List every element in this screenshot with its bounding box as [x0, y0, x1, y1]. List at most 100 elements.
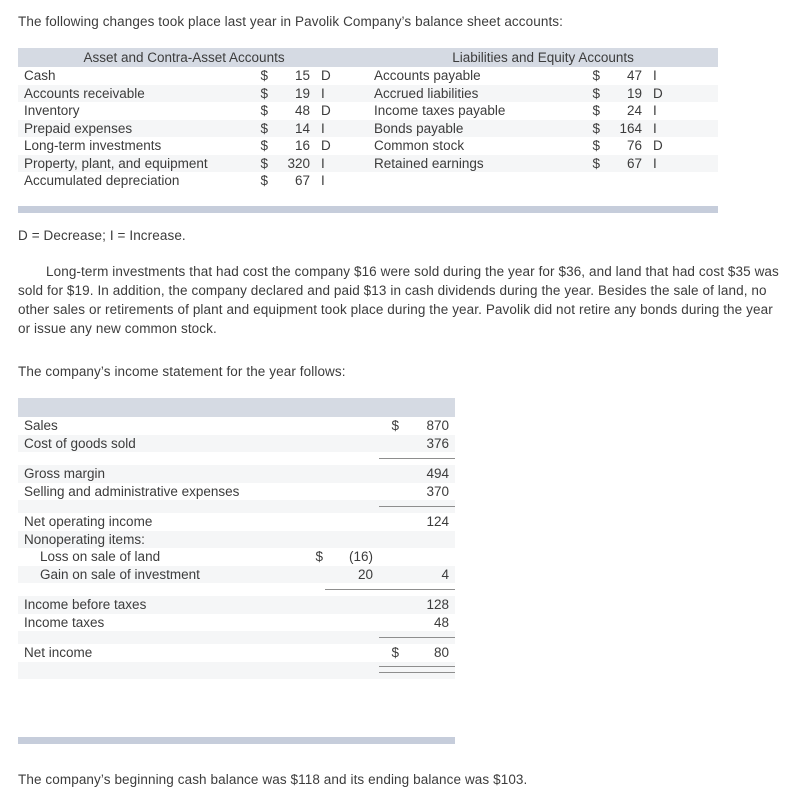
col2-currency	[379, 548, 401, 566]
liability-change: D	[648, 137, 719, 155]
income-table-header	[18, 398, 455, 417]
asset-change: I	[316, 119, 351, 137]
asset-amount: 320	[270, 154, 316, 172]
col2-amount	[401, 548, 455, 566]
line-item-label: Income taxes	[18, 613, 301, 631]
balance-table-footer-bar	[18, 206, 718, 213]
col2-amount: 48	[401, 613, 455, 631]
col2-amount: 376	[401, 434, 455, 452]
col1-amount	[325, 434, 379, 452]
col1-amount	[325, 417, 379, 435]
col1-currency	[301, 530, 325, 548]
income-statement-table: Sales $ 870 Cost of goods sold 376 Gross…	[18, 398, 455, 679]
row-gap	[350, 172, 369, 190]
liability-change: D	[648, 84, 719, 102]
col1-amount	[325, 513, 379, 531]
col1-currency	[301, 417, 325, 435]
liability-label: Income taxes payable	[368, 102, 569, 120]
col1-amount	[325, 465, 379, 483]
line-item-label: Income before taxes	[18, 596, 301, 614]
col1-currency	[301, 613, 325, 631]
asset-label: Long-term investments	[18, 137, 236, 155]
spacer-cell	[325, 452, 379, 465]
asset-currency: $	[236, 84, 270, 102]
balance-table-header-row: Asset and Contra-Asset Accounts Liabilit…	[18, 48, 719, 67]
col1-amount	[325, 530, 379, 548]
row-gap	[350, 102, 369, 120]
total-double-rule	[379, 661, 455, 679]
col2-currency	[379, 465, 401, 483]
line-item-label: Net income	[18, 644, 301, 662]
spacer-cell	[301, 631, 325, 644]
col2-amount: 370	[401, 482, 455, 500]
col2-currency	[379, 434, 401, 452]
subtotal-rule	[379, 500, 455, 513]
col1-currency	[301, 482, 325, 500]
col1-currency	[301, 565, 325, 583]
right-section-header: Liabilities and Equity Accounts	[368, 48, 719, 67]
spacer-cell	[18, 661, 301, 679]
liability-currency: $	[568, 137, 603, 155]
col2-amount: 4	[401, 565, 455, 583]
spacer-cell	[18, 631, 301, 644]
subtotal-rule-col1	[325, 583, 379, 596]
liability-amount: 47	[602, 67, 649, 85]
line-item-label: Sales	[18, 417, 301, 435]
liability-label: Bonds payable	[368, 119, 569, 137]
asset-amount: 15	[270, 67, 316, 85]
col1-currency	[301, 434, 325, 452]
liability-amount: 19	[602, 84, 649, 102]
asset-amount: 67	[270, 172, 316, 190]
col2-amount: 124	[401, 513, 455, 531]
closing-paragraph: The company’s beginning cash balance was…	[18, 772, 528, 787]
liability-change	[648, 172, 719, 190]
col2-currency	[379, 530, 401, 548]
liability-amount: 24	[602, 102, 649, 120]
spacer-cell	[301, 500, 325, 513]
asset-change: I	[316, 154, 351, 172]
row-gap	[350, 67, 369, 85]
asset-amount: 14	[270, 119, 316, 137]
table-row: Gross margin 494	[18, 465, 455, 483]
spacer-cell	[325, 500, 379, 513]
line-item-label: Gross margin	[18, 465, 301, 483]
col2-currency: $	[379, 417, 401, 435]
liability-currency	[568, 172, 603, 190]
liability-amount: 164	[602, 119, 649, 137]
subtotal-rule-col2	[379, 583, 455, 596]
col2-amount: 870	[401, 417, 455, 435]
asset-currency: $	[236, 154, 270, 172]
subtotal-rule-row	[18, 631, 455, 644]
asset-label: Property, plant, and equipment	[18, 154, 236, 172]
asset-change: D	[316, 137, 351, 155]
line-item-label: Gain on sale of investment	[18, 565, 301, 583]
liability-currency: $	[568, 154, 603, 172]
table-row: Long-term investments $ 16 D Common stoc…	[18, 137, 719, 155]
col1-amount: 20	[325, 565, 379, 583]
col1-amount: (16)	[325, 548, 379, 566]
asset-currency: $	[236, 67, 270, 85]
table-row: Inventory $ 48 D Income taxes payable $ …	[18, 102, 719, 120]
col1-amount	[325, 644, 379, 662]
table-row: Income before taxes 128	[18, 596, 455, 614]
liability-label: Accounts payable	[368, 67, 569, 85]
liability-label	[368, 172, 569, 190]
table-row: Cash $ 15 D Accounts payable $ 47 I	[18, 67, 719, 85]
asset-change: I	[316, 172, 351, 190]
subtotal-rule	[379, 452, 455, 465]
asset-currency: $	[236, 102, 270, 120]
asset-amount: 16	[270, 137, 316, 155]
table-row: Net income $ 80	[18, 644, 455, 662]
asset-currency: $	[236, 137, 270, 155]
total-double-rule-row	[18, 661, 455, 679]
col2-amount: 494	[401, 465, 455, 483]
spacer-cell	[301, 452, 325, 465]
col2-currency	[379, 596, 401, 614]
asset-amount: 19	[270, 84, 316, 102]
asset-label: Prepaid expenses	[18, 119, 236, 137]
income-table-header-row	[18, 398, 455, 417]
subtotal-rule	[379, 631, 455, 644]
asset-label: Accounts receivable	[18, 84, 236, 102]
asset-amount: 48	[270, 102, 316, 120]
asset-currency: $	[236, 119, 270, 137]
